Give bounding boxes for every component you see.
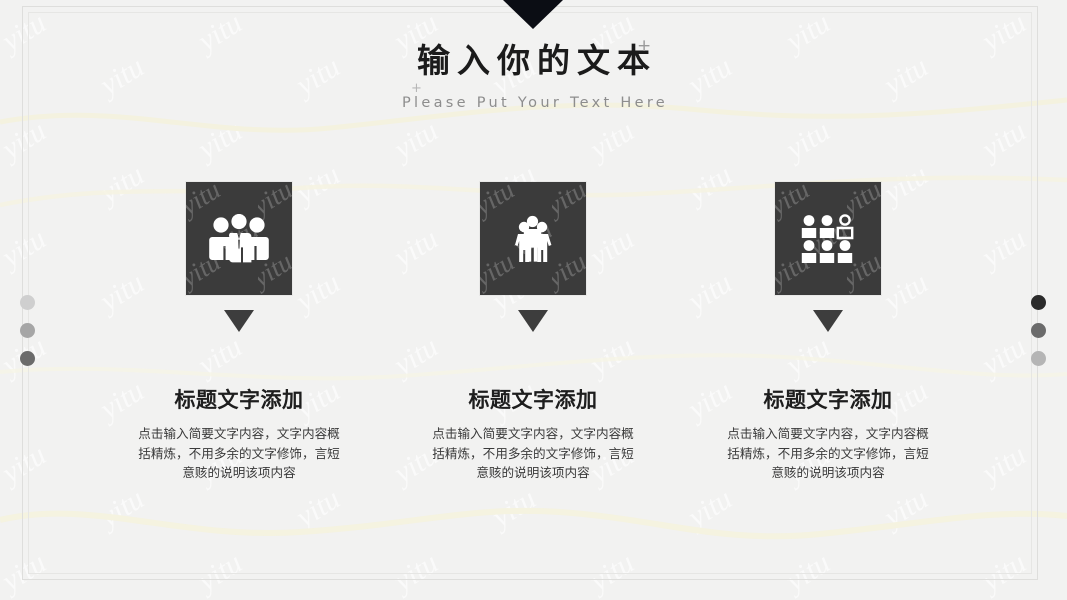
plus-decoration-icon: + (637, 36, 652, 56)
presentation-slide: yitu yitu 输入你的文本 Please Put Your Text He… (0, 0, 1067, 600)
arrow-down-icon (518, 310, 548, 332)
title-block: 输入你的文本 Please Put Your Text Here (0, 40, 1067, 111)
top-triangle-marker (503, 0, 563, 29)
content-columns: yitu yitu (0, 182, 1067, 502)
column-body-text: 点击输入简要文字内容，文字内容概括精炼，不用多余的文字修饰，言短意赅的说明该项内… (432, 426, 634, 480)
family-group-icon (515, 215, 552, 262)
business-team-icon (209, 213, 269, 262)
plus-decoration-icon: + (411, 81, 422, 96)
icon-tile[interactable]: yitu yitu (186, 182, 292, 295)
column-body-text: 点击输入简要文字内容，文字内容概括精炼，不用多余的文字修饰，言短意赅的说明该项内… (138, 426, 340, 480)
people-grid-selected-icon (801, 213, 854, 263)
column-heading: 标题文字添加 (174, 388, 304, 412)
page-title: 输入你的文本 (417, 44, 657, 80)
column-heading: 标题文字添加 (763, 388, 893, 412)
column-heading: 标题文字添加 (468, 388, 598, 412)
arrow-down-icon (224, 310, 254, 332)
content-column: 标题文字添加 点击输入简要文字内容，文字内容概括精炼，不用多余的文字修饰，言短意… (386, 182, 680, 483)
icon-tile[interactable] (480, 182, 586, 295)
page-subtitle: Please Put Your Text Here (401, 95, 669, 111)
column-body-text: 点击输入简要文字内容，文字内容概括精炼，不用多余的文字修饰，言短意赅的说明该项内… (727, 426, 929, 480)
content-column: yitu yitu (92, 182, 386, 483)
arrow-down-icon (813, 310, 843, 332)
content-column: 标题文字添加 点击输入简要文字内容，文字内容概括精炼，不用多余的文字修饰，言短意… (681, 182, 975, 483)
icon-tile[interactable] (775, 182, 881, 295)
